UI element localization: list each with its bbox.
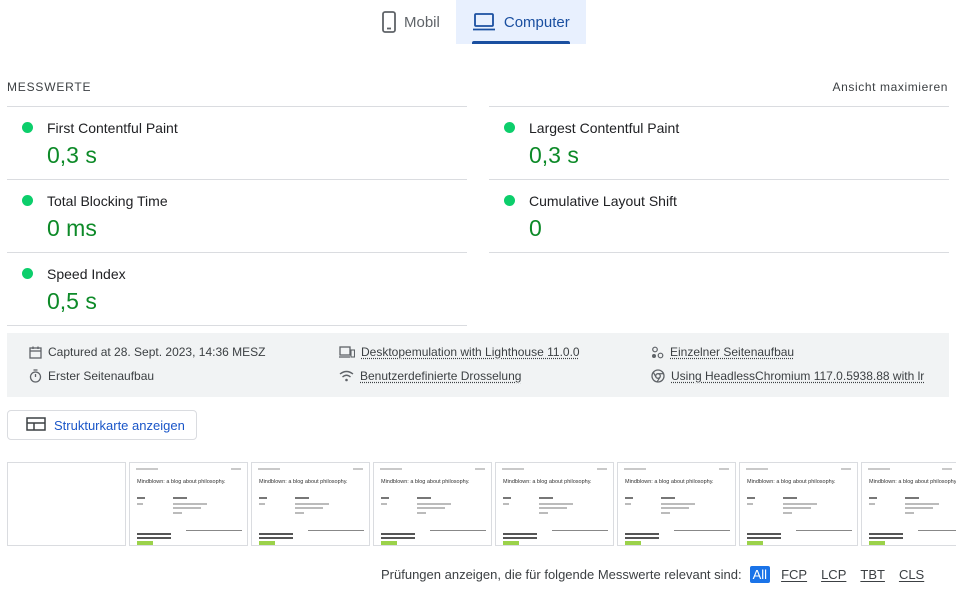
captured-info: Captured at 28. Sept. 2023, 14:36 MESZ <box>29 345 265 359</box>
metric-value: 0,3 s <box>47 142 97 169</box>
devices-icon <box>339 346 355 358</box>
tab-mobile[interactable]: Mobil <box>366 0 456 44</box>
emulation-link[interactable]: Desktopemulation with Lighthouse 11.0.0 <box>361 345 580 359</box>
run-info-panel: Captured at 28. Sept. 2023, 14:36 MESZ E… <box>7 333 949 397</box>
status-good-icon <box>22 268 33 279</box>
metric-tbt: Total Blocking Time 0 ms <box>7 179 467 252</box>
frame-title: Mindblown: a blog about philosophy. <box>747 479 836 485</box>
metric-value: 0,3 s <box>529 142 579 169</box>
filmstrip-frame: Mindblown: a blog about philosophy. <box>617 462 736 546</box>
metrics-title: MESSWERTE <box>7 80 91 94</box>
status-good-icon <box>22 195 33 206</box>
metric-value: 0 <box>529 215 542 242</box>
metric-value: 0,5 s <box>47 288 97 315</box>
signal-icon <box>339 370 354 382</box>
captured-text: Captured at 28. Sept. 2023, 14:36 MESZ <box>48 345 265 359</box>
filmstrip-frame: Mindblown: a blog about philosophy. <box>861 462 956 546</box>
metrics-column-right: Largest Contentful Paint 0,3 s Cumulativ… <box>489 106 949 253</box>
timer-icon <box>29 369 42 383</box>
metric-label: Total Blocking Time <box>47 193 168 209</box>
browser-link[interactable]: Using HeadlessChromium 117.0.5938.88 wit… <box>671 369 924 383</box>
people-icon <box>651 346 664 359</box>
filter-chip-lcp[interactable]: LCP <box>818 566 849 583</box>
tab-desktop-label: Computer <box>504 14 570 31</box>
view-treemap-button[interactable]: Strukturkarte anzeigen <box>7 410 197 440</box>
filter-chip-fcp[interactable]: FCP <box>778 566 810 583</box>
initial-load-text: Erster Seitenaufbau <box>48 369 154 383</box>
treemap-icon <box>26 417 46 434</box>
emulation-info[interactable]: Desktopemulation with Lighthouse 11.0.0 <box>339 345 580 359</box>
single-load-link[interactable]: Einzelner Seitenaufbau <box>670 345 794 359</box>
metric-value: 0 ms <box>47 215 97 242</box>
status-good-icon <box>504 122 515 133</box>
status-good-icon <box>504 195 515 206</box>
audit-filter-label: Prüfungen anzeigen, die für folgende Mes… <box>381 567 742 582</box>
laptop-icon <box>472 13 496 31</box>
metrics-header: MESSWERTE Ansicht maximieren <box>7 80 948 94</box>
frame-title: Mindblown: a blog about philosophy. <box>381 479 470 485</box>
metric-cls: Cumulative Layout Shift 0 <box>489 179 949 253</box>
metric-lcp: Largest Contentful Paint 0,3 s <box>489 106 949 179</box>
tab-desktop[interactable]: Computer <box>456 0 586 44</box>
browser-info[interactable]: Using HeadlessChromium 117.0.5938.88 wit… <box>651 369 924 383</box>
throttling-link[interactable]: Benutzerdefinierte Drosselung <box>360 369 521 383</box>
filmstrip-frame: Mindblown: a blog about philosophy. <box>129 462 248 546</box>
treemap-button-label: Strukturkarte anzeigen <box>54 418 185 433</box>
audit-filter-bar: Prüfungen anzeigen, die für folgende Mes… <box>381 566 927 583</box>
chrome-icon <box>651 369 665 383</box>
frame-title: Mindblown: a blog about philosophy. <box>625 479 714 485</box>
metric-label: Cumulative Layout Shift <box>529 193 677 209</box>
status-good-icon <box>22 122 33 133</box>
filter-chip-tbt[interactable]: TBT <box>857 566 888 583</box>
throttling-info[interactable]: Benutzerdefinierte Drosselung <box>339 369 521 383</box>
device-tabs: Mobil Computer <box>366 0 586 44</box>
filter-chip-cls[interactable]: CLS <box>896 566 927 583</box>
frame-title: Mindblown: a blog about philosophy. <box>259 479 348 485</box>
filmstrip-frame: Mindblown: a blog about philosophy. <box>495 462 614 546</box>
filmstrip: Mindblown: a blog about philosophy. Mind… <box>7 462 956 546</box>
frame-title: Mindblown: a blog about philosophy. <box>137 479 226 485</box>
tab-mobile-label: Mobil <box>404 14 440 31</box>
single-load-info[interactable]: Einzelner Seitenaufbau <box>651 345 794 359</box>
filter-chip-all[interactable]: All <box>750 566 770 583</box>
metric-label: First Contentful Paint <box>47 120 178 136</box>
filmstrip-frame: Mindblown: a blog about philosophy. <box>251 462 370 546</box>
filmstrip-frame-blank <box>7 462 126 546</box>
filmstrip-frame: Mindblown: a blog about philosophy. <box>373 462 492 546</box>
metric-label: Speed Index <box>47 266 126 282</box>
smartphone-icon <box>382 11 396 33</box>
metric-fcp: First Contentful Paint 0,3 s <box>7 106 467 179</box>
maximize-view-toggle[interactable]: Ansicht maximieren <box>832 80 948 94</box>
metrics-column-left: First Contentful Paint 0,3 s Total Block… <box>7 106 467 326</box>
frame-title: Mindblown: a blog about philosophy. <box>503 479 592 485</box>
frame-title: Mindblown: a blog about philosophy. <box>869 479 956 485</box>
filmstrip-frame: Mindblown: a blog about philosophy. <box>739 462 858 546</box>
calendar-icon <box>29 346 42 359</box>
metric-speed-index: Speed Index 0,5 s <box>7 252 467 326</box>
initial-load-info: Erster Seitenaufbau <box>29 369 154 383</box>
metric-label: Largest Contentful Paint <box>529 120 679 136</box>
